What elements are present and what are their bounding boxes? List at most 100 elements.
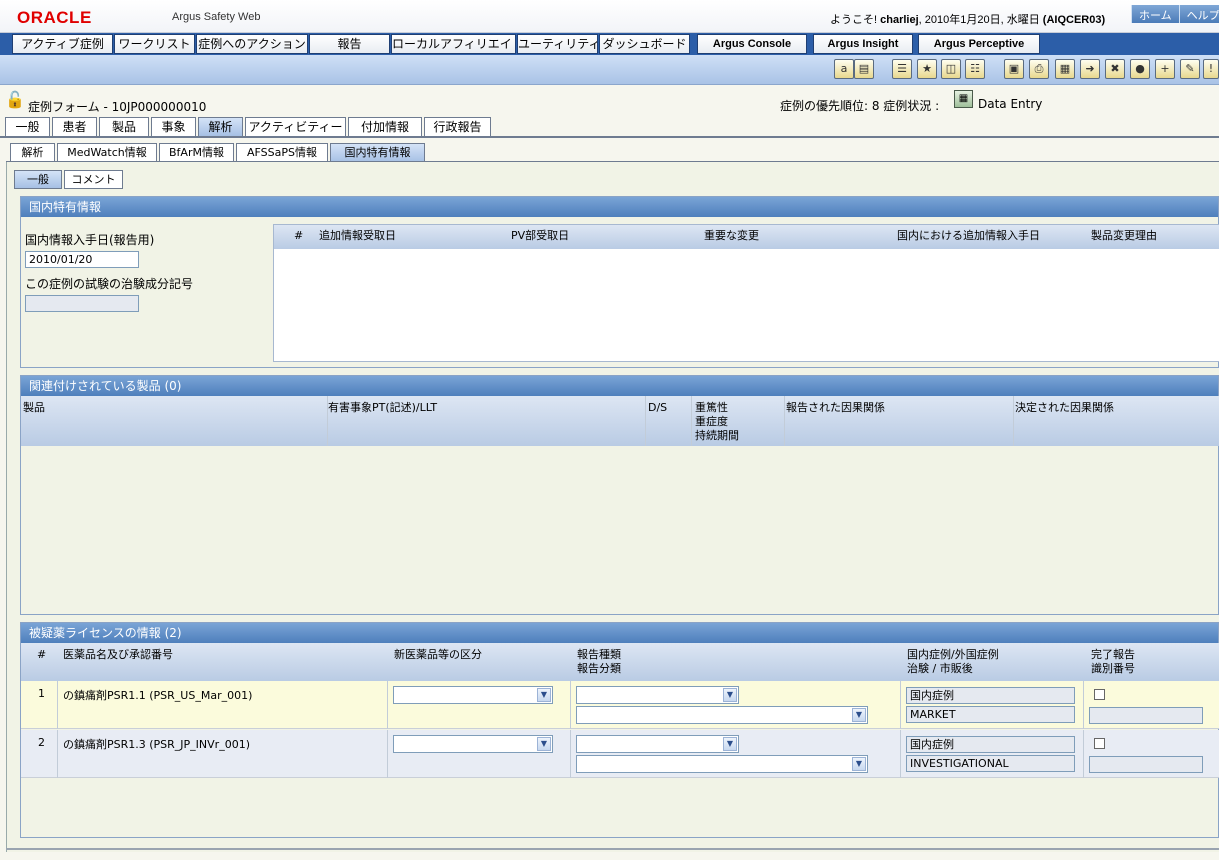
tab-additional-info[interactable]: 付加情報 <box>348 117 422 136</box>
related-products-grid-header: 製品 有害事象PT(記述)/LLT D/S 重篤性 重症度 持続期間 報告された… <box>21 396 1219 446</box>
new-drug-class-select[interactable]: ▼ <box>393 735 553 753</box>
trial-market-field[interactable]: INVESTIGATIONAL <box>906 755 1075 772</box>
save-icon[interactable]: ▦ <box>1055 59 1075 79</box>
menu-case-actions[interactable]: 症例へのアクション <box>196 34 308 54</box>
subtab-japan-info[interactable]: 国内特有情報 <box>330 143 425 162</box>
case-status-icon[interactable]: ▦ <box>954 90 973 108</box>
licenses-section: 被疑薬ライセンスの情報 (2) # 医薬品名及び承認番号 新医薬品等の区分 報告… <box>20 622 1219 838</box>
tab-activities[interactable]: アクティビティー <box>245 117 346 136</box>
inner-tab-general[interactable]: 一般 <box>14 170 62 189</box>
tab-general[interactable]: 一般 <box>5 117 50 136</box>
menu-utilities[interactable]: ユーティリティ <box>517 34 598 54</box>
tab-regulatory-reports[interactable]: 行政報告 <box>424 117 491 136</box>
menu-dashboard[interactable]: ダッシュボード <box>599 34 690 54</box>
list-icon[interactable]: ☷ <box>965 59 985 79</box>
identifier-input[interactable] <box>1089 707 1203 724</box>
col-significant-change: 重要な変更 <box>704 229 759 242</box>
identifier-input[interactable] <box>1089 756 1203 773</box>
tab-divider <box>0 136 1219 138</box>
drug-name: の鎮痛剤PSR1.1 (PSR_US_Mar_001) <box>63 689 253 702</box>
col-separator <box>691 396 692 446</box>
col-trial-market: 治験 / 市販後 <box>907 662 973 675</box>
trial-code-input[interactable] <box>25 295 139 312</box>
col-drug-name: 医薬品名及び承認番号 <box>63 648 173 661</box>
inner-tab-comments[interactable]: コメント <box>64 170 123 189</box>
user-name: charliej <box>880 14 919 26</box>
col-separator <box>1083 730 1084 778</box>
report-class-select[interactable]: ▼ <box>576 706 868 724</box>
expedite-icon[interactable]: ! <box>1203 59 1219 79</box>
col-license-num: # <box>37 648 47 661</box>
trial-market-field[interactable]: MARKET <box>906 706 1075 723</box>
lock-case-icon[interactable]: ▣ <box>1004 59 1024 79</box>
open-case-icon[interactable]: ◫ <box>941 59 961 79</box>
col-ds: D/S <box>648 401 668 414</box>
col-new-drug-class: 新医薬品等の区分 <box>394 648 482 661</box>
col-seriousness: 重篤性 <box>695 401 728 414</box>
col-event-pt: 有害事象PT(記述)/LLT <box>328 401 438 414</box>
print-icon[interactable]: ⎙ <box>1029 59 1049 79</box>
tab-patient[interactable]: 患者 <box>52 117 97 136</box>
report-type-select[interactable]: ▼ <box>576 735 739 753</box>
welcome-text: ようこそ! charliej, 2010年1月20日, 水曜日 (AIQCER0… <box>830 11 1105 27</box>
completion-checkbox[interactable] <box>1094 738 1105 749</box>
col-product: 製品 <box>23 401 45 414</box>
current-date: , 2010年1月20日, 水曜日 <box>918 14 1040 26</box>
menu-local-affiliate[interactable]: ローカルアフィリエイト <box>391 34 516 54</box>
col-domestic-followup-date: 国内における追加情報入手日 <box>897 229 1040 242</box>
add-icon[interactable]: + <box>1155 59 1175 79</box>
home-link[interactable]: ホーム <box>1131 5 1179 23</box>
spell-check-icon[interactable]: a <box>834 59 854 79</box>
chevron-down-icon: ▼ <box>723 737 737 751</box>
new-case-icon[interactable]: ★ <box>917 59 937 79</box>
col-separator <box>570 730 571 778</box>
related-products-section: 関連付けされている製品 (0) 製品 有害事象PT(記述)/LLT D/S 重篤… <box>20 375 1219 615</box>
app-header: ORACLE Argus Safety Web ようこそ! charliej, … <box>0 0 1219 33</box>
notes-icon[interactable]: ☰ <box>892 59 912 79</box>
close-case-icon[interactable]: ✖ <box>1105 59 1125 79</box>
col-separator <box>900 681 901 729</box>
drug-name: の鎮痛剤PSR1.3 (PSR_JP_INVr_001) <box>63 738 250 751</box>
col-separator <box>645 396 646 446</box>
subtab-analysis[interactable]: 解析 <box>10 143 55 162</box>
col-pv-date: PV部受取日 <box>511 229 570 242</box>
report-class-select[interactable]: ▼ <box>576 755 868 773</box>
print-preview-icon[interactable]: ▤ <box>854 59 874 79</box>
row-num: 1 <box>38 687 45 700</box>
recv-date-input[interactable]: 2010/01/20 <box>25 251 139 268</box>
app-name: Argus Safety Web <box>172 11 261 23</box>
completion-checkbox[interactable] <box>1094 689 1105 700</box>
trial-code-label: この症例の試験の治験成分記号 <box>25 277 194 291</box>
subtab-medwatch[interactable]: MedWatch情報 <box>57 143 157 162</box>
col-separator <box>387 730 388 778</box>
new-drug-class-select[interactable]: ▼ <box>393 686 553 704</box>
menu-argus-insight[interactable]: Argus Insight <box>813 34 913 54</box>
subtab-afssaps[interactable]: AFSSaPS情報 <box>236 143 328 162</box>
menu-active-cases[interactable]: アクティブ症例 <box>12 34 113 54</box>
col-severity: 重症度 <box>695 415 728 428</box>
oracle-logo: ORACLE <box>17 8 92 27</box>
col-report-class: 報告分類 <box>577 662 621 675</box>
narrative-icon[interactable]: ✎ <box>1180 59 1200 79</box>
tab-analysis[interactable]: 解析 <box>198 117 243 136</box>
route-icon[interactable]: ➜ <box>1080 59 1100 79</box>
chevron-down-icon: ▼ <box>537 737 551 751</box>
menu-argus-console[interactable]: Argus Console <box>697 34 807 54</box>
menu-argus-perceptive[interactable]: Argus Perceptive <box>918 34 1040 54</box>
report-type-select[interactable]: ▼ <box>576 686 739 704</box>
licenses-header: 被疑薬ライセンスの情報 (2) <box>21 623 1218 643</box>
domestic-foreign-field[interactable]: 国内症例 <box>906 736 1075 753</box>
help-link[interactable]: ヘルプ <box>1178 5 1219 23</box>
menu-reports[interactable]: 報告 <box>309 34 390 54</box>
tab-products[interactable]: 製品 <box>99 117 149 136</box>
licenses-grid-header: # 医薬品名及び承認番号 新医薬品等の区分 報告種類 報告分類 国内症例/外国症… <box>21 643 1219 681</box>
col-separator <box>570 681 571 729</box>
subtab-bfarm[interactable]: BfArM情報 <box>159 143 234 162</box>
tab-events[interactable]: 事象 <box>151 117 196 136</box>
case-form-title: 症例フォーム - 10JP000000010 <box>28 100 207 114</box>
menu-worklist[interactable]: ワークリスト <box>114 34 195 54</box>
col-followup-date: 追加情報受取日 <box>319 229 396 242</box>
domestic-foreign-field[interactable]: 国内症例 <box>906 687 1075 704</box>
followup-grid: # 追加情報受取日 PV部受取日 重要な変更 国内における追加情報入手日 製品変… <box>273 224 1219 362</box>
stop-icon[interactable]: ● <box>1130 59 1150 79</box>
